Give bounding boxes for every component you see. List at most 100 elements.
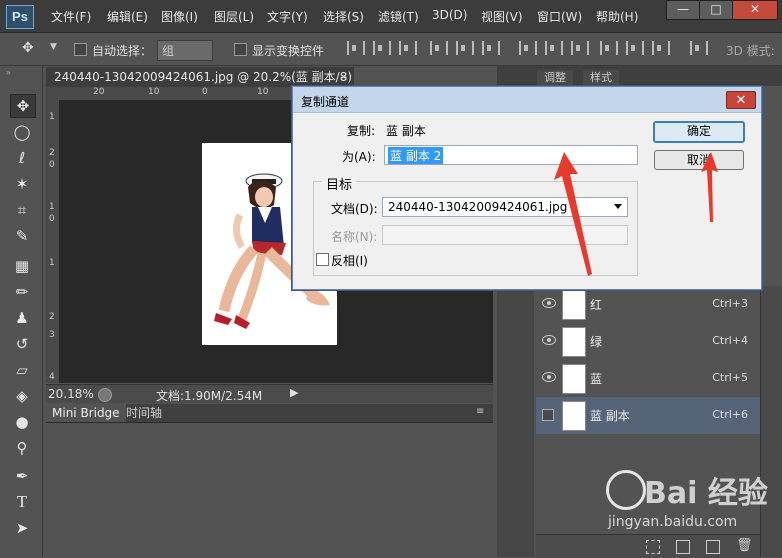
eye-icon[interactable]	[542, 372, 556, 382]
close-window-button[interactable]: ✕	[732, 0, 778, 20]
channel-shortcut: Ctrl+6	[712, 408, 748, 421]
auto-select-checkbox[interactable]	[74, 43, 87, 59]
distribute-hcenter-icon[interactable]	[626, 41, 644, 55]
document-tab[interactable]: 240440-13042009424061.jpg @ 20.2%(蓝 副本/8…	[46, 67, 354, 87]
ruler-tick: 0	[49, 160, 55, 170]
channel-row-blue[interactable]: 蓝 Ctrl+5	[536, 360, 760, 398]
menu-filter[interactable]: 滤镜(T)	[378, 8, 419, 25]
menu-3d[interactable]: 3D(D)	[432, 8, 467, 22]
pen-tool[interactable]: ✒	[10, 465, 34, 487]
align-top-icon[interactable]	[347, 41, 365, 55]
menu-window[interactable]: 窗口(W)	[537, 8, 582, 25]
maximize-button[interactable]: □	[699, 0, 733, 20]
move-tool[interactable]: ✥	[10, 94, 36, 118]
tab-timeline[interactable]: 时间轴	[120, 404, 168, 422]
new-channel-icon[interactable]	[706, 540, 720, 554]
ruler-tick: 2	[49, 312, 55, 322]
auto-select-dropdown[interactable]: 组	[157, 40, 213, 61]
save-selection-icon[interactable]	[676, 540, 690, 554]
channel-row-blue-copy[interactable]: 蓝 副本 Ctrl+6	[536, 397, 760, 435]
source-label: 复制:	[347, 124, 376, 138]
invert-checkbox[interactable]	[316, 253, 329, 266]
dodge-tool[interactable]: ⚲	[10, 437, 34, 459]
distribute-bottom-icon[interactable]	[571, 41, 589, 55]
align-left-icon[interactable]	[430, 41, 448, 55]
marquee-tool[interactable]: ◯	[10, 121, 34, 143]
watermark-url: jingyan.baidu.com	[608, 514, 738, 530]
blur-tool[interactable]: ●	[10, 411, 34, 433]
magic-wand-tool[interactable]: ✶	[10, 173, 34, 195]
show-transform-checkbox[interactable]	[234, 43, 247, 59]
magic-wand-icon: ✶	[15, 175, 29, 193]
eyedropper-icon: ✎	[15, 227, 29, 245]
channel-row-green[interactable]: 绿 Ctrl+4	[536, 323, 760, 361]
align-vcenter-icon[interactable]	[373, 41, 391, 55]
align-right-icon[interactable]	[482, 41, 500, 55]
eye-icon[interactable]	[542, 335, 556, 345]
distribute-top-icon[interactable]	[519, 41, 537, 55]
channels-scrollbar[interactable]	[760, 286, 782, 557]
channel-shortcut: Ctrl+5	[712, 371, 748, 384]
move-tool-icon[interactable]: ✥	[22, 40, 34, 56]
channel-row-red[interactable]: 红 Ctrl+3	[536, 286, 760, 324]
close-icon[interactable]: ✕	[726, 91, 756, 109]
trash-icon[interactable]: 🗑	[736, 538, 753, 553]
ruler-tick: 10	[257, 87, 269, 97]
dialog-title: 复制通道	[301, 95, 350, 109]
close-tab-icon[interactable]: ×	[339, 70, 348, 83]
status-bar: 20.18% 文档:1.90M/2.54M ▶	[46, 384, 493, 403]
document-size: 文档:1.90M/2.54M	[156, 389, 263, 403]
panel-menu-icon[interactable]: ≡	[476, 406, 484, 417]
baidu-paw-logo	[606, 470, 646, 510]
eyedropper-tool[interactable]: ✎	[10, 225, 34, 247]
clone-stamp-tool[interactable]: ♟	[10, 307, 34, 329]
menu-layer[interactable]: 图层(L)	[214, 8, 254, 25]
history-brush-tool[interactable]: ↺	[10, 333, 34, 355]
eraser-icon: ▱	[16, 361, 28, 379]
paint-bucket-tool[interactable]: ◈	[10, 385, 34, 407]
zoom-level[interactable]: 20.18%	[48, 387, 94, 401]
menu-view[interactable]: 视图(V)	[481, 8, 523, 25]
type-tool[interactable]: T	[10, 491, 34, 513]
status-menu-arrow-icon[interactable]: ▶	[290, 386, 298, 399]
crop-tool[interactable]: ⌗	[10, 199, 34, 221]
tab-mini-bridge[interactable]: Mini Bridge	[46, 404, 126, 422]
ellipse-marquee-icon: ◯	[13, 123, 31, 141]
brush-tool[interactable]: ✏	[10, 281, 34, 303]
distribute-left-icon[interactable]	[600, 41, 618, 55]
eraser-tool[interactable]: ▱	[10, 359, 34, 381]
dodge-icon: ⚲	[16, 439, 28, 457]
chevron-down-icon[interactable]: ▼	[50, 42, 57, 52]
tab-adjustments[interactable]: 调整	[537, 70, 573, 86]
distribute-right-icon[interactable]	[652, 41, 670, 55]
channel-name: 蓝 副本	[590, 409, 630, 423]
align-hcenter-icon[interactable]	[456, 41, 474, 55]
healing-brush-tool[interactable]: ▦	[10, 255, 34, 277]
menu-edit[interactable]: 编辑(E)	[107, 8, 148, 25]
source-value: 蓝 副本	[386, 124, 426, 138]
dropdown-arrow-icon[interactable]	[614, 204, 622, 209]
ruler-tick: 1	[49, 112, 55, 122]
lasso-tool[interactable]: ℓ	[10, 147, 34, 169]
tab-styles[interactable]: 样式	[583, 70, 619, 86]
menu-type[interactable]: 文字(Y)	[267, 8, 308, 25]
crop-icon: ⌗	[17, 201, 27, 219]
align-bottom-icon[interactable]	[399, 41, 417, 55]
menu-file[interactable]: 文件(F)	[51, 8, 91, 25]
bottom-panel-tabs: Mini Bridge 时间轴 ≡	[46, 404, 493, 423]
distribute-vcenter-icon[interactable]	[545, 41, 563, 55]
auto-align-icon[interactable]	[690, 41, 708, 55]
minimize-button[interactable]: —	[666, 0, 700, 20]
load-selection-icon[interactable]	[646, 540, 660, 554]
menu-help[interactable]: 帮助(H)	[596, 8, 638, 25]
menu-select[interactable]: 选择(S)	[323, 8, 364, 25]
stamp-icon: ♟	[15, 309, 29, 327]
info-icon[interactable]	[98, 388, 112, 402]
menu-image[interactable]: 图像(I)	[161, 8, 198, 25]
visibility-toggle-icon[interactable]	[542, 409, 554, 421]
path-selection-tool[interactable]: ➤	[10, 517, 34, 539]
ok-button[interactable]: 确定	[653, 121, 745, 143]
dialog-titlebar[interactable]: 复制通道 ✕	[293, 87, 761, 113]
eye-icon[interactable]	[542, 298, 556, 308]
panel-collapse-icon[interactable]: »	[6, 68, 11, 77]
